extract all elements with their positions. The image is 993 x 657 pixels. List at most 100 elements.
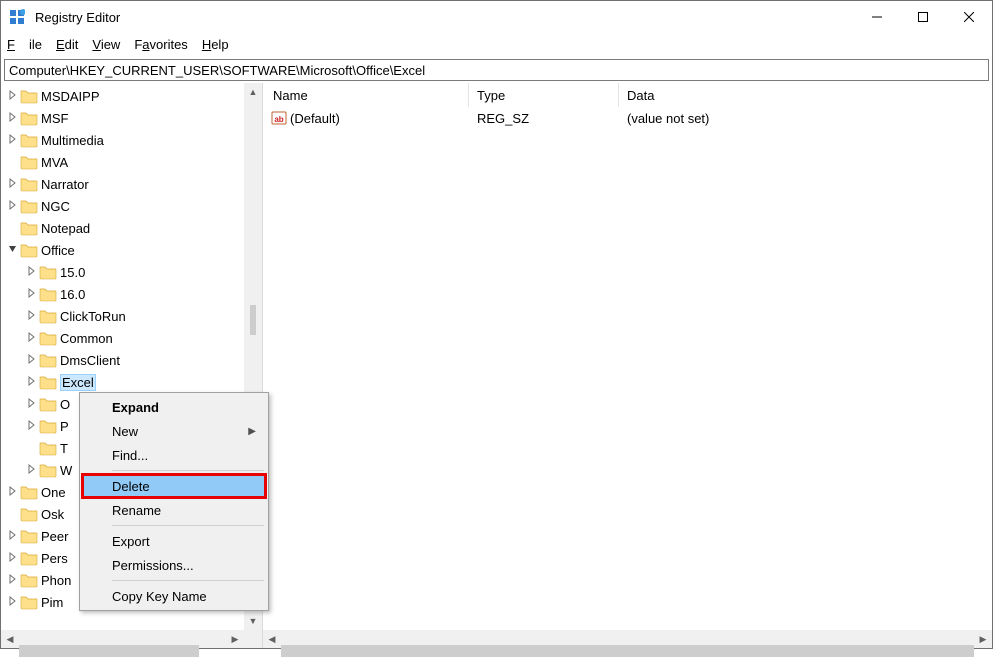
tree-item[interactable]: MSF <box>1 107 244 129</box>
folder-icon <box>20 572 38 588</box>
menu-edit[interactable]: Edit <box>56 37 78 52</box>
folder-icon <box>20 88 38 104</box>
tree-item-label: 16.0 <box>60 287 85 302</box>
folder-icon <box>39 264 57 280</box>
context-find[interactable]: Find... <box>82 443 266 467</box>
scroll-down-icon[interactable]: ▼ <box>244 612 262 630</box>
tree-item-label: P <box>60 419 69 434</box>
chevron-right-icon[interactable] <box>6 134 20 147</box>
chevron-right-icon[interactable] <box>25 288 39 301</box>
tree-horizontal-scrollbar[interactable]: ◀ ▶ <box>1 630 244 648</box>
menu-separator <box>112 580 264 581</box>
scroll-left-icon[interactable]: ◀ <box>1 630 19 648</box>
context-export[interactable]: Export <box>82 529 266 553</box>
context-rename[interactable]: Rename <box>82 498 266 522</box>
scrollbar-thumb[interactable] <box>19 645 199 657</box>
menu-favorites[interactable]: Favorites <box>134 37 187 52</box>
tree-item[interactable]: NGC <box>1 195 244 217</box>
chevron-right-icon[interactable] <box>25 266 39 279</box>
folder-icon <box>39 352 57 368</box>
chevron-right-icon[interactable] <box>6 530 20 543</box>
minimize-button[interactable] <box>854 1 900 33</box>
tree-item[interactable]: Multimedia <box>1 129 244 151</box>
context-delete[interactable]: Delete <box>82 474 266 498</box>
tree-item[interactable]: DmsClient <box>1 349 244 371</box>
chevron-right-icon[interactable] <box>25 354 39 367</box>
tree-item[interactable]: Office <box>1 239 244 261</box>
context-expand[interactable]: Expand <box>82 395 266 419</box>
tree-item-label: Common <box>60 331 113 346</box>
tree-item[interactable]: MSDAIPP <box>1 85 244 107</box>
tree-item-label: Peer <box>41 529 68 544</box>
chevron-right-icon[interactable] <box>25 376 39 389</box>
column-type[interactable]: Type <box>469 83 619 107</box>
scroll-right-icon[interactable]: ▶ <box>226 630 244 648</box>
menu-file[interactable]: File <box>7 37 42 52</box>
scrollbar-thumb[interactable] <box>250 305 256 335</box>
folder-icon <box>39 440 57 456</box>
tree-item[interactable]: Notepad <box>1 217 244 239</box>
tree-item-label: Narrator <box>41 177 89 192</box>
folder-icon <box>20 132 38 148</box>
value-type: REG_SZ <box>469 111 619 126</box>
folder-icon <box>39 308 57 324</box>
tree-item-label: NGC <box>41 199 70 214</box>
chevron-right-icon[interactable] <box>6 574 20 587</box>
scroll-left-icon[interactable]: ◀ <box>263 630 281 648</box>
value-row[interactable]: ab (Default) REG_SZ (value not set) <box>263 107 992 129</box>
chevron-right-icon[interactable] <box>25 464 39 477</box>
tree-item[interactable]: MVA <box>1 151 244 173</box>
tree-item-label: Osk <box>41 507 64 522</box>
window-title: Registry Editor <box>33 10 854 25</box>
context-copy-key-name[interactable]: Copy Key Name <box>82 584 266 608</box>
scrollbar-corner <box>244 630 262 648</box>
folder-icon <box>20 110 38 126</box>
chevron-right-icon[interactable] <box>25 332 39 345</box>
tree-item-label: MVA <box>41 155 68 170</box>
folder-icon <box>39 462 57 478</box>
context-permissions[interactable]: Permissions... <box>82 553 266 577</box>
scroll-up-icon[interactable]: ▲ <box>244 83 262 101</box>
tree-item[interactable]: 16.0 <box>1 283 244 305</box>
tree-item-label: Excel <box>60 374 96 391</box>
values-list[interactable]: ab (Default) REG_SZ (value not set) <box>263 107 992 630</box>
folder-icon <box>39 374 57 390</box>
menu-help[interactable]: Help <box>202 37 229 52</box>
menu-view[interactable]: View <box>92 37 120 52</box>
chevron-right-icon[interactable] <box>6 486 20 499</box>
tree-item[interactable]: Excel <box>1 371 244 393</box>
tree-item-label: ClickToRun <box>60 309 126 324</box>
chevron-right-icon[interactable] <box>25 420 39 433</box>
chevron-down-icon[interactable] <box>6 244 20 257</box>
address-text: Computer\HKEY_CURRENT_USER\SOFTWARE\Micr… <box>9 63 425 78</box>
chevron-right-icon[interactable] <box>6 200 20 213</box>
tree-item-label: Office <box>41 243 75 258</box>
chevron-right-icon[interactable] <box>6 178 20 191</box>
tree-item[interactable]: ClickToRun <box>1 305 244 327</box>
values-horizontal-scrollbar[interactable]: ◀ ▶ <box>263 630 992 648</box>
tree-item-label: T <box>60 441 68 456</box>
tree-item[interactable]: Common <box>1 327 244 349</box>
maximize-button[interactable] <box>900 1 946 33</box>
column-name[interactable]: Name <box>265 83 469 107</box>
address-bar[interactable]: Computer\HKEY_CURRENT_USER\SOFTWARE\Micr… <box>4 59 989 81</box>
folder-icon <box>20 220 38 236</box>
folder-icon <box>20 484 38 500</box>
chevron-right-icon[interactable] <box>6 552 20 565</box>
tree-item-label: W <box>60 463 72 478</box>
tree-item-label: Pim <box>41 595 63 610</box>
scrollbar-thumb[interactable] <box>281 645 974 657</box>
folder-icon <box>39 286 57 302</box>
chevron-right-icon[interactable] <box>6 112 20 125</box>
chevron-right-icon[interactable] <box>6 90 20 103</box>
chevron-right-icon[interactable] <box>6 596 20 609</box>
tree-item[interactable]: 15.0 <box>1 261 244 283</box>
close-button[interactable] <box>946 1 992 33</box>
chevron-right-icon[interactable] <box>25 398 39 411</box>
context-new[interactable]: New▶ <box>82 419 266 443</box>
chevron-right-icon[interactable] <box>25 310 39 323</box>
column-data[interactable]: Data <box>619 83 992 107</box>
folder-icon <box>39 396 57 412</box>
scroll-right-icon[interactable]: ▶ <box>974 630 992 648</box>
tree-item[interactable]: Narrator <box>1 173 244 195</box>
